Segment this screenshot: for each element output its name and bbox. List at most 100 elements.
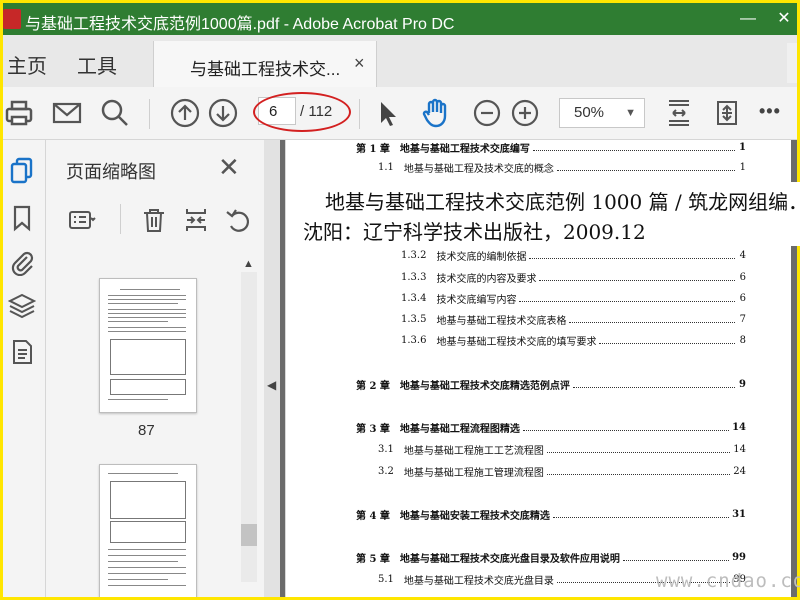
thumbnail-panel-title: 页面缩略图 xyxy=(66,162,156,182)
rotate-icon[interactable] xyxy=(224,206,252,234)
toc-page-number: 14 xyxy=(732,421,746,433)
toc-leader-dots xyxy=(522,424,730,431)
previous-page-icon[interactable] xyxy=(169,97,201,129)
close-panel-icon[interactable]: ✕ xyxy=(218,152,240,183)
chevron-down-icon: ▼ xyxy=(625,107,636,119)
toc-row[interactable]: 3.2 地基与基础工程施工管理流程图 24 xyxy=(378,464,746,479)
toc-row[interactable]: 第 4 章地基与基础安装工程技术交底精选 31 xyxy=(356,507,746,522)
toc-leader-dots xyxy=(569,316,735,323)
next-page-icon[interactable] xyxy=(207,97,239,129)
toc-leader-dots xyxy=(532,144,735,151)
toc-num: 第 5 章 xyxy=(356,553,390,565)
print-icon[interactable] xyxy=(3,97,35,129)
toc-leader-dots xyxy=(572,381,735,388)
toc-page-number: 8 xyxy=(739,334,746,346)
toc-leader-dots xyxy=(529,252,735,259)
scroll-up-icon[interactable]: ▲ xyxy=(243,258,254,270)
toc-page-number: 1 xyxy=(739,141,746,153)
page-thumbnail[interactable] xyxy=(99,278,197,413)
toc-row[interactable]: 1.3.4 技术交底编写内容 6 xyxy=(401,291,746,306)
tab-tools[interactable]: 工具 xyxy=(77,50,117,79)
document-tab-label: 与基础工程技术交... xyxy=(190,60,341,79)
thumbnail-scrollbar[interactable]: ▲ xyxy=(241,258,257,597)
toc-num: 1.3.6 xyxy=(401,334,427,346)
content-icon[interactable] xyxy=(8,338,36,366)
toc-row[interactable]: 1.3.3 技术交底的内容及要求 6 xyxy=(401,270,746,285)
tab-document[interactable]: 与基础工程技术交... × xyxy=(153,41,377,87)
layers-icon[interactable] xyxy=(7,292,37,320)
zoom-value: 50% xyxy=(574,104,605,121)
zoom-select[interactable]: 50% ▼ xyxy=(559,98,645,128)
toc-title: 技术交底的编制依据 xyxy=(436,251,527,263)
toc-page-number: 7 xyxy=(739,313,746,325)
toc-title: 技术交底编写内容 xyxy=(436,294,517,306)
zoom-out-icon[interactable] xyxy=(471,97,503,129)
toc-title: 地基与基础工程及技术交底的概念 xyxy=(403,163,554,175)
toc-num: 第 2 章 xyxy=(356,380,390,392)
toc-page-number: 24 xyxy=(733,465,746,477)
toc-row[interactable]: 1.1 地基与基础工程及技术交底的概念 1 xyxy=(378,160,746,175)
close-tab-icon[interactable]: × xyxy=(354,53,365,74)
toc-num: 3.2 xyxy=(378,465,394,477)
acrobat-app-icon xyxy=(3,9,21,29)
page-thumbnail[interactable] xyxy=(99,464,197,597)
toc-title: 技术交底的内容及要求 xyxy=(436,273,537,285)
fullscreen-icon[interactable] xyxy=(711,97,743,129)
select-pointer-icon[interactable] xyxy=(371,97,403,129)
email-icon[interactable] xyxy=(51,97,83,129)
toc-row[interactable]: 第 1 章地基与基础工程技术交底编写 1 xyxy=(356,140,746,155)
navigation-rail xyxy=(3,140,46,597)
toc-num: 1.1 xyxy=(378,161,394,173)
search-icon[interactable] xyxy=(99,97,131,129)
thumbnail-panel: 页面缩略图 ✕ 87 ▲ xyxy=(46,140,265,597)
scroll-thumb[interactable] xyxy=(241,524,257,546)
toc-page-number: 14 xyxy=(733,443,746,455)
toolbar: 6 / 112 50% ▼ ••• xyxy=(3,87,797,140)
page-options-icon[interactable] xyxy=(68,206,96,234)
toc-num: 1.3.2 xyxy=(401,249,427,261)
toc-leader-dots xyxy=(539,274,735,281)
delete-icon[interactable] xyxy=(140,206,168,234)
citation-overlay: 地基与基础工程技术交底范例 1000 篇 / 筑龙网组编． 沈阳：辽宁科学技术出… xyxy=(291,182,800,246)
more-icon[interactable]: ••• xyxy=(759,101,791,133)
toc-row[interactable]: 1.3.2 技术交底的编制依据 4 xyxy=(401,248,746,263)
panel-collapse-handle[interactable]: ◀ xyxy=(264,140,280,597)
toc-leader-dots xyxy=(519,295,735,302)
toc-page-number: 9 xyxy=(739,378,746,390)
toc-num: 5.1 xyxy=(378,573,394,585)
toc-title: 地基与基础工程技术交底光盘目录 xyxy=(403,575,554,587)
toc-row[interactable]: 1.3.5 地基与基础工程技术交底表格 7 xyxy=(401,312,746,327)
toc-num: 第 3 章 xyxy=(356,423,390,435)
toc-page-number: 1 xyxy=(739,161,746,173)
insert-page-icon[interactable] xyxy=(182,206,210,234)
toc-row[interactable]: 第 3 章地基与基础工程流程图精选 14 xyxy=(356,420,746,435)
citation-line-1: 地基与基础工程技术交底范例 1000 篇 / 筑龙网组编． xyxy=(325,190,800,214)
window-title: 与基础工程技术交底范例1000篇.pdf - Adobe Acrobat Pro… xyxy=(25,16,455,33)
attachment-icon[interactable] xyxy=(8,248,36,277)
page-thumbnails-icon[interactable] xyxy=(8,156,36,184)
document-scrollbar[interactable] xyxy=(787,43,797,83)
toc-page-number: 31 xyxy=(732,508,746,520)
toc-title: 地基与基础工程技术交底表格 xyxy=(436,315,567,327)
hand-tool-icon[interactable] xyxy=(419,97,451,129)
bookmark-icon[interactable] xyxy=(8,204,36,232)
toc-row[interactable]: 第 2 章地基与基础工程技术交底精选范例点评 9 xyxy=(356,377,746,392)
toc-row[interactable]: 第 5 章地基与基础工程技术交底光盘目录及软件应用说明 99 xyxy=(356,550,746,565)
toc-num: 1.3.5 xyxy=(401,313,427,325)
toc-title: 地基与基础安装工程技术交底精选 xyxy=(399,510,550,522)
zoom-in-icon[interactable] xyxy=(509,97,541,129)
citation-line-2: 沈阳：辽宁科学技术出版社，2009.12 xyxy=(303,220,646,244)
toc-leader-dots xyxy=(552,511,730,518)
toc-row[interactable]: 1.3.6 地基与基础工程技术交底的填写要求 8 xyxy=(401,333,746,348)
fit-page-icon[interactable] xyxy=(663,97,695,129)
tab-bar: 主页 工具 与基础工程技术交... × xyxy=(3,35,797,88)
tab-home[interactable]: 主页 xyxy=(7,50,47,79)
toc-leader-dots xyxy=(599,337,735,344)
toc-num: 1.3.3 xyxy=(401,271,427,283)
toc-leader-dots xyxy=(556,164,735,171)
toc-row[interactable]: 3.1 地基与基础工程施工工艺流程图 14 xyxy=(378,442,746,457)
minimize-button[interactable]: — xyxy=(733,7,763,31)
acrobat-window: 与基础工程技术交底范例1000篇.pdf - Adobe Acrobat Pro… xyxy=(3,3,797,597)
close-window-button[interactable]: ✕ xyxy=(769,7,797,31)
toc-title: 地基与基础工程技术交底精选范例点评 xyxy=(399,380,570,392)
